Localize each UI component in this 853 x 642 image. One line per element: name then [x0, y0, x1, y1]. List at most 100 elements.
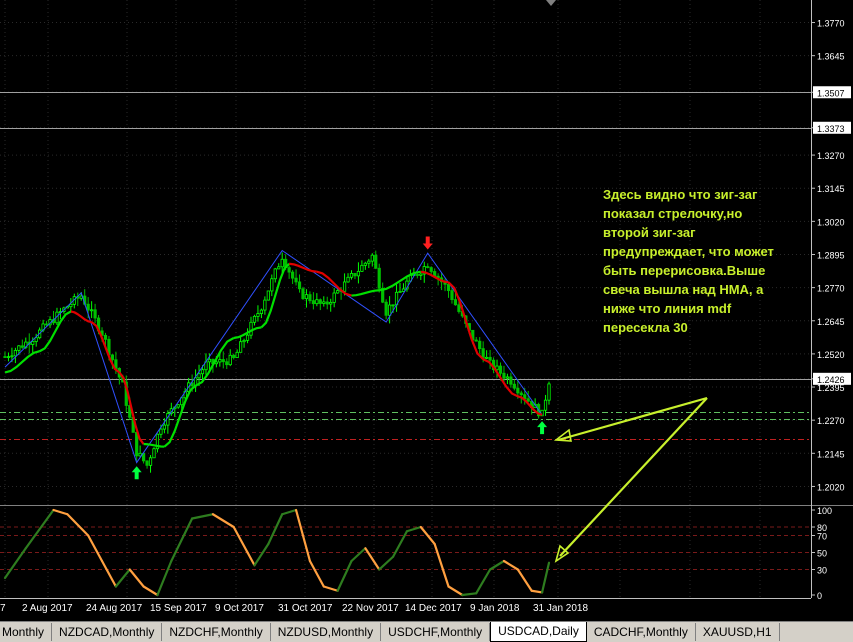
chart-tab-2[interactable]: NZDCHF,Monthly [162, 623, 271, 641]
candle-body [6, 356, 11, 359]
chart-tab-1[interactable]: NZDCAD,Monthly [52, 623, 163, 641]
candle-body [31, 341, 35, 345]
time-tick-label: 22 Nov 2017 [342, 603, 399, 614]
candle-body [232, 354, 236, 358]
candle-body [526, 398, 530, 402]
candle-body [516, 387, 520, 394]
candle-body [308, 294, 312, 302]
candle-body [315, 299, 319, 305]
osc-tick-label: 0 [817, 591, 822, 601]
candle-body [457, 304, 461, 312]
candle-body [86, 303, 90, 311]
candle-body [90, 309, 94, 312]
time-tick-label: 15 Sep 2017 [150, 603, 207, 614]
candle-body [342, 281, 347, 292]
candle-body [391, 304, 395, 307]
candle-body [374, 254, 378, 269]
time-tick-label: 31 Oct 2017 [278, 603, 333, 614]
candle-body [287, 267, 291, 273]
candle-body [512, 383, 516, 389]
chart-tab-0[interactable]: Monthly [0, 623, 53, 641]
candle-body [329, 301, 333, 305]
candle-body [488, 356, 492, 361]
candle-body [225, 361, 229, 366]
osc-tick-label: 100 [817, 506, 832, 516]
price-tick-label: 1.3145 [817, 184, 845, 194]
candle-body [360, 264, 364, 272]
candle-body [388, 304, 392, 316]
candle-body [176, 404, 180, 408]
candle-body [200, 369, 205, 375]
candle-body [159, 428, 163, 435]
time-tick-label: 7 [0, 603, 6, 614]
price-tick-label: 1.2520 [817, 350, 845, 360]
candle-body [547, 383, 551, 401]
candle-body [13, 350, 17, 357]
candle-body [44, 323, 49, 326]
price-tick-label: 1.3020 [817, 217, 845, 227]
candle-body [242, 339, 246, 343]
candle-body [145, 460, 149, 466]
candle-body [384, 301, 388, 316]
candle-body [69, 303, 73, 308]
candle-body [17, 345, 21, 351]
price-tick-label: 1.2895 [817, 250, 845, 260]
candle-body [346, 276, 350, 283]
price-tick-label: 1.2770 [817, 284, 845, 294]
time-tick-label: 9 Jan 2018 [470, 603, 520, 614]
candle-body [297, 281, 302, 290]
candle-body [249, 321, 253, 336]
chart-tab-5[interactable]: USDCAD,Daily [490, 622, 587, 642]
osc-tick-label: 70 [817, 532, 827, 542]
candle-body [162, 424, 166, 430]
price-tick-label: 1.3270 [817, 151, 845, 161]
candle-body [318, 299, 322, 304]
candle-body [280, 258, 284, 268]
price-tick-label: 1.3373 [817, 124, 845, 134]
candle-body [207, 358, 212, 363]
candle-body [197, 373, 201, 379]
candle-body [377, 267, 381, 289]
price-tick-label: 1.2270 [817, 416, 845, 426]
candle-body [325, 301, 329, 305]
price-tick-label: 1.3507 [817, 88, 845, 98]
candle-body [349, 273, 354, 278]
time-tick-label: 9 Oct 2017 [215, 603, 264, 614]
candle-body [322, 301, 326, 304]
candle-body [367, 260, 371, 264]
time-tick-label: 31 Jan 2018 [533, 603, 588, 614]
candle-body [446, 283, 451, 292]
candle-body [301, 288, 305, 300]
chart-tab-4[interactable]: USDCHF,Monthly [381, 623, 491, 641]
time-tick-label: 14 Dec 2017 [405, 603, 462, 614]
candle-body [415, 274, 419, 276]
price-tick-label: 1.2645 [817, 317, 845, 327]
candle-body [519, 392, 523, 396]
candle-body [277, 266, 281, 270]
candle-body [221, 359, 225, 363]
candle-body [478, 340, 482, 350]
candle-body [426, 266, 430, 268]
candle-body [110, 354, 115, 361]
candle-body [245, 334, 250, 341]
candle-body [304, 294, 309, 300]
candle-body [485, 356, 489, 359]
price-tick-label: 1.3645 [817, 52, 845, 62]
chart-tab-3[interactable]: NZDUSD,Monthly [271, 623, 382, 641]
price-tick-label: 1.2020 [817, 482, 845, 492]
candle-body [273, 268, 277, 280]
candle-body [148, 457, 153, 466]
candle-body [135, 431, 139, 457]
candle-body [239, 341, 243, 353]
candle-body [450, 290, 454, 301]
chart-tab-6[interactable]: CADCHF,Monthly [587, 623, 696, 641]
candle-body [498, 365, 503, 374]
annotation-text: Здесь видно что зиг-заг показал стрелочк… [603, 187, 774, 335]
candle-body [509, 376, 513, 385]
candle-body [429, 267, 433, 272]
candle-body [363, 262, 367, 266]
candle-body [256, 313, 260, 317]
candle-body [263, 299, 267, 311]
chart-tab-7[interactable]: XAUUSD,H1 [696, 623, 780, 641]
time-tick-label: 24 Aug 2017 [86, 603, 143, 614]
